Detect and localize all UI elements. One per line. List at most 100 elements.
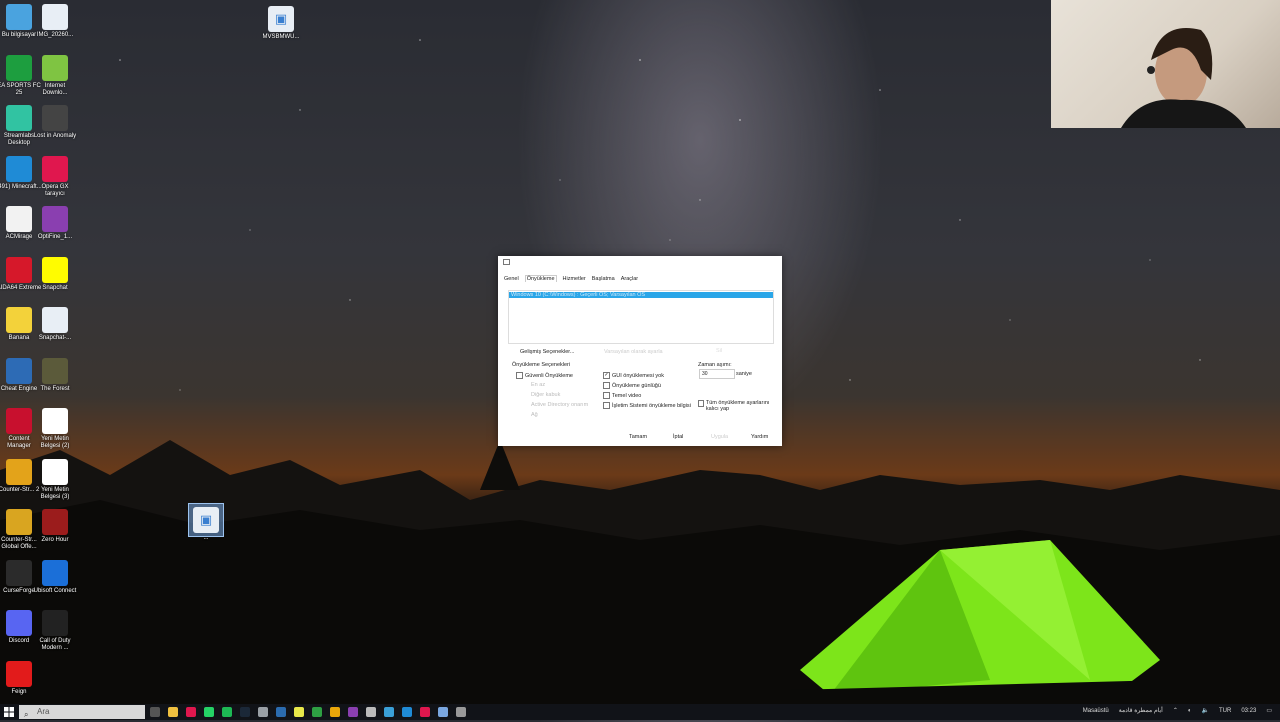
banana-icon bbox=[6, 307, 32, 333]
checkbox-box[interactable] bbox=[516, 372, 523, 379]
desktop-icon[interactable]: Zero Hour bbox=[32, 509, 78, 544]
notification-icon[interactable]: ▭ bbox=[1266, 707, 1272, 714]
desktop-icon[interactable]: Snapchat bbox=[32, 256, 78, 292]
no-gui-boot-checkbox[interactable]: ✓ GUI önyüklemesi yok bbox=[603, 372, 664, 379]
boot-log-checkbox[interactable]: Önyükleme günlüğü bbox=[603, 382, 661, 389]
desktop-icon[interactable]: OptiFine_1... bbox=[32, 206, 78, 241]
help-button[interactable]: Yardım bbox=[751, 434, 768, 440]
desktop-icon-label: Internet Downlo... bbox=[42, 82, 68, 96]
steam-icon[interactable] bbox=[240, 707, 250, 717]
system-tray: Masaüstü أيام ممطرة قادمة ⌃ ◐ 🔈 TUR 03:2… bbox=[1083, 707, 1272, 715]
volume-icon[interactable]: 🔈 bbox=[1201, 707, 1208, 714]
desktop-icon-label: Yeni Metin Belgesi (2) bbox=[40, 436, 70, 449]
desktop-icon[interactable]: Yeni Metin Belgesi (2) bbox=[32, 408, 78, 450]
app-icon[interactable] bbox=[258, 707, 268, 717]
os-list-item[interactable]: Windows 10 (C:\Windows) : Geçerli OS; Va… bbox=[509, 292, 773, 298]
desktop-icon-label: Snapchat-... bbox=[38, 335, 72, 341]
no-gui-boot-label: GUI önyüklemesi yok bbox=[612, 372, 664, 379]
permanent-checkbox[interactable]: Tüm önyükleme ayarlarını kalıcı yap bbox=[698, 400, 774, 412]
weather-text[interactable]: أيام ممطرة قادمة bbox=[1119, 707, 1163, 714]
cs2-icon bbox=[6, 458, 32, 485]
checkbox-box-checked[interactable]: ✓ bbox=[603, 372, 610, 379]
idm-icon bbox=[42, 54, 68, 81]
search-box[interactable]: ⌕ Ara bbox=[19, 705, 145, 719]
cod-icon bbox=[42, 610, 68, 636]
clock[interactable]: 03:23 bbox=[1241, 708, 1256, 714]
base-video-label: Temel video bbox=[612, 392, 642, 399]
app-icon[interactable] bbox=[312, 707, 322, 717]
feign-icon bbox=[6, 660, 32, 687]
os-boot-info-checkbox[interactable]: İşletim Sistemi önyükleme bilgisi bbox=[603, 402, 691, 409]
desktop-icon-selected[interactable]: ▣ ... bbox=[188, 503, 224, 541]
timeout-input[interactable]: 30 bbox=[699, 369, 735, 379]
checkbox-box[interactable] bbox=[603, 382, 610, 389]
desktop-icon[interactable]: Snapchat-... bbox=[32, 307, 78, 342]
cancel-button[interactable]: İptal bbox=[673, 434, 683, 440]
tab-araclar[interactable]: Araçlar bbox=[621, 276, 638, 282]
set-default-button[interactable]: Varsayılan olarak ayarla bbox=[604, 349, 663, 355]
delete-button[interactable]: Sil bbox=[716, 348, 722, 354]
desktop-icon[interactable]: Feign bbox=[0, 660, 42, 696]
safe-alternate-shell-radio[interactable]: Diğer kabuk bbox=[531, 392, 560, 398]
edge-icon[interactable] bbox=[402, 707, 412, 717]
tab-genel[interactable]: Genel bbox=[504, 276, 519, 282]
opera-icon[interactable] bbox=[420, 707, 430, 717]
desktop-icon[interactable]: IMG_20260... bbox=[32, 4, 78, 39]
checkbox-box[interactable] bbox=[603, 392, 610, 399]
safe-network-radio[interactable]: Ağ bbox=[531, 412, 538, 418]
checkbox-box[interactable] bbox=[603, 402, 610, 409]
safe-boot-checkbox[interactable]: Güvenli Önyükleme bbox=[516, 372, 573, 379]
desktop-icon-mvsbmwu[interactable]: ▣ MVSBMWU... bbox=[258, 6, 304, 41]
network-icon[interactable]: ◐ bbox=[1188, 708, 1192, 714]
zero-hour-icon bbox=[42, 509, 68, 535]
chevron-up-icon[interactable]: ⌃ bbox=[1173, 707, 1178, 714]
app-icon[interactable] bbox=[384, 707, 394, 717]
desktop-icon-label: OptiFine_1... bbox=[37, 234, 73, 240]
app-icon[interactable] bbox=[294, 707, 304, 717]
dialog-titlebar[interactable] bbox=[498, 256, 782, 266]
desktop-icon[interactable]: Opera GX tarayıcı bbox=[32, 155, 78, 198]
settings-icon[interactable] bbox=[366, 707, 376, 717]
windows-start-icon[interactable] bbox=[4, 707, 14, 717]
desktop-icon-label: Yeni Metin Belgesi (3) bbox=[40, 486, 70, 500]
desktop-icon[interactable]: Ubisoft Connect bbox=[32, 559, 78, 595]
desktop-icon[interactable]: The Forest bbox=[32, 357, 78, 393]
desktop-icon-label: Zero Hour bbox=[41, 537, 69, 543]
safe-ad-repair-radio[interactable]: Active Directory onarım bbox=[531, 402, 588, 408]
computer-icon bbox=[6, 4, 32, 30]
task-view-icon[interactable] bbox=[150, 707, 160, 717]
desktop-icon[interactable]: Call of Duty Modern ... bbox=[32, 610, 78, 652]
opera-gx-icon[interactable] bbox=[186, 707, 196, 717]
desktop-icon-label: The Forest bbox=[40, 385, 70, 392]
tab-baslatma[interactable]: Başlatma bbox=[592, 276, 615, 282]
whatsapp-icon[interactable] bbox=[204, 707, 214, 717]
desktop-icon[interactable]: Yeni Metin Belgesi (3) bbox=[32, 458, 78, 501]
msconfig-icon[interactable] bbox=[456, 707, 466, 717]
desktop-toolbar-label[interactable]: Masaüstü bbox=[1083, 708, 1109, 714]
file-explorer-icon[interactable] bbox=[168, 707, 178, 717]
the-forest-icon bbox=[42, 357, 68, 384]
app-icon[interactable] bbox=[276, 707, 286, 717]
desktop-icon-label: Ubisoft Connect bbox=[33, 587, 77, 594]
winrar-icon[interactable] bbox=[348, 707, 358, 717]
os-list[interactable]: Windows 10 (C:\Windows) : Geçerli OS; Va… bbox=[508, 290, 774, 344]
apply-button[interactable]: Uygula bbox=[711, 434, 728, 440]
app-icon[interactable] bbox=[330, 707, 340, 717]
desktop-icon[interactable]: Internet Downlo... bbox=[32, 54, 78, 97]
tab-onyukleme[interactable]: Önyükleme bbox=[524, 275, 557, 282]
desktop-icon-label: Snapchat bbox=[42, 284, 68, 291]
language-indicator[interactable]: TUR bbox=[1219, 708, 1231, 714]
desktop-icon[interactable]: Lost in Anomaly bbox=[32, 105, 78, 140]
photos-icon[interactable] bbox=[438, 707, 448, 717]
checkbox-box[interactable] bbox=[698, 400, 704, 407]
curseforge-icon bbox=[6, 559, 32, 586]
tab-hizmetler[interactable]: Hizmetler bbox=[563, 276, 586, 282]
desktop-icon-label: Call of Duty Modern ... bbox=[39, 638, 71, 651]
safe-boot-label: Güvenli Önyükleme bbox=[525, 372, 573, 379]
base-video-checkbox[interactable]: Temel video bbox=[603, 392, 641, 399]
advanced-options-button[interactable]: Gelişmiş Seçenekler... bbox=[520, 349, 574, 355]
safe-minimal-radio[interactable]: En az bbox=[531, 382, 545, 388]
ok-button[interactable]: Tamam bbox=[629, 434, 647, 440]
spotify-icon[interactable] bbox=[222, 707, 232, 717]
game-icon bbox=[42, 105, 68, 131]
